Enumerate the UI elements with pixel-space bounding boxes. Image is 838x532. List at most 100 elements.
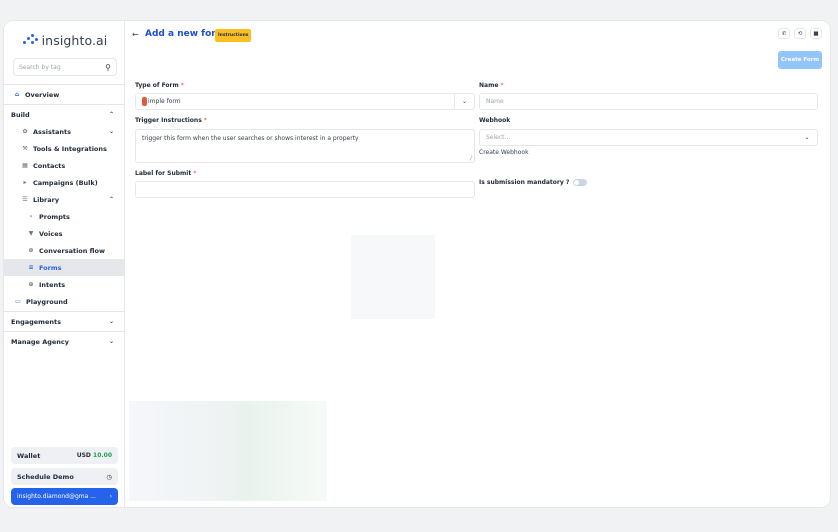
wallet-amount: 10.00 <box>93 452 112 459</box>
chevron-right-icon: › <box>109 493 112 500</box>
sidebar-item-label: Contacts <box>33 161 66 170</box>
webhook-label-text: Webhook <box>479 117 511 124</box>
wallet-balance: USD 10.00 <box>77 452 112 459</box>
page-title: Add a new form <box>145 29 226 39</box>
sidebar-item-label: Voices <box>39 229 63 238</box>
sidebar-item-tools[interactable]: ⚒ Tools & Integrations <box>4 140 124 157</box>
webhook-label: Webhook <box>479 117 510 124</box>
name-input[interactable]: Name <box>479 93 818 110</box>
wallet-currency: USD <box>76 452 91 459</box>
sidebar-item-contacts[interactable]: ▦ Contacts <box>4 157 124 174</box>
wallet-panel[interactable]: Wallet USD 10.00 <box>11 447 118 464</box>
type-of-form-label-text: Type of Form <box>135 82 179 89</box>
main-content: ← Add a new form Instructions ✆ ⟲ ■ Crea… <box>126 21 830 507</box>
required-mark: * <box>193 170 197 177</box>
header-actions: ✆ ⟲ ■ <box>778 28 822 39</box>
sidebar-section-manage-agency[interactable]: Manage Agency ⌄ <box>4 333 124 350</box>
sidebar-item-label: Library <box>33 195 60 204</box>
label-for-submit-label: Label for Submit * <box>135 170 196 177</box>
label-for-submit-label-text: Label for Submit <box>135 170 192 177</box>
sidebar-item-overview[interactable]: ⌂ Overview <box>4 86 124 103</box>
mic-icon: ▼ <box>28 230 34 237</box>
schedule-demo-button[interactable]: Schedule Demo ◷ <box>11 468 118 485</box>
widget-icon[interactable]: ■ <box>810 28 822 39</box>
sidebar-item-label: Prompts <box>39 212 70 221</box>
sidebar-item-voices[interactable]: ▼ Voices <box>4 225 124 242</box>
type-of-form-label: Type of Form * <box>135 82 184 89</box>
sidebar-item-campaigns[interactable]: ▸ Campaigns (Bulk) <box>4 174 124 191</box>
chevron-down-icon: ⌄ <box>108 338 114 345</box>
resize-handle-icon[interactable]: ∕ <box>470 155 472 162</box>
sidebar-item-assistants[interactable]: ✿ Assistants ⌄ <box>4 123 124 140</box>
sidebar-section-build[interactable]: Build ⌃ <box>4 106 124 123</box>
sidebar-item-label: Playground <box>26 297 68 306</box>
sparkle-icon: ✿ <box>22 128 28 135</box>
logo-icon <box>22 34 38 46</box>
chevron-down-icon[interactable]: ⌄ <box>797 130 817 145</box>
account-button[interactable]: insighto.diamond@gma ... › <box>11 488 118 505</box>
type-of-form-text: imple form <box>148 98 181 105</box>
phone-icon[interactable]: ✆ <box>778 28 790 39</box>
sidebar-item-label: Campaigns (Bulk) <box>33 178 98 187</box>
sidebar-item-label: Tools & Integrations <box>33 144 107 153</box>
chevron-down-icon: ⌄ <box>108 128 114 135</box>
sidebar-section-engagements[interactable]: Engagements ⌄ <box>4 313 124 330</box>
logo-text: insighto.ai <box>41 32 108 48</box>
intent-icon: ⊕ <box>28 281 34 288</box>
name-label-text: Name <box>479 82 499 89</box>
sidebar-item-intents[interactable]: ⊕ Intents <box>4 276 124 293</box>
home-icon: ⌂ <box>14 91 20 98</box>
logo[interactable]: insighto.ai <box>4 29 125 51</box>
type-of-form-select[interactable]: imple form ⌄ <box>135 93 475 110</box>
sidebar-item-label: Assistants <box>33 127 71 136</box>
schedule-demo-label: Schedule Demo <box>17 472 74 481</box>
trigger-instructions-label: Trigger Instructions * <box>135 117 207 124</box>
phone-callback-icon[interactable]: ⟲ <box>794 28 806 39</box>
gamepad-icon: ▭ <box>15 298 21 305</box>
account-email: insighto.diamond@gma ... <box>17 493 96 500</box>
trigger-instructions-textarea[interactable]: trigger this form when the user searches… <box>135 129 475 163</box>
create-webhook-link[interactable]: Create Webhook <box>479 149 529 156</box>
tools-icon: ⚒ <box>22 145 28 152</box>
chevron-up-icon: ⌃ <box>108 111 114 118</box>
sidebar-item-forms[interactable]: ≡ Forms <box>4 259 124 276</box>
sidebar-item-playground[interactable]: ▭ Playground <box>4 293 124 310</box>
chevron-down-icon[interactable]: ⌄ <box>454 94 474 109</box>
wallet-label: Wallet <box>17 451 41 460</box>
submission-mandatory-label: Is submission mandatory ? <box>479 179 570 186</box>
prompt-icon: › <box>29 213 33 220</box>
required-mark: * <box>180 82 184 89</box>
sidebar-nav: ⌂ Overview Build ⌃ ✿ Assistants ⌄ ⚒ Tool… <box>4 83 124 350</box>
submission-mandatory-toggle[interactable] <box>573 179 588 186</box>
page-header: ← Add a new form Instructions ✆ ⟲ ■ <box>126 21 830 51</box>
instructions-badge[interactable]: Instructions <box>215 29 252 42</box>
sidebar: insighto.ai Search by tag ⚲ ⌂ Overview B… <box>4 21 125 507</box>
sidebar-search[interactable]: Search by tag ⚲ <box>13 58 117 76</box>
sidebar-item-label: Manage Agency <box>11 337 70 346</box>
sidebar-item-label: Forms <box>39 263 62 272</box>
form-icon: ≡ <box>28 264 34 271</box>
create-form-button[interactable]: Create Form <box>778 51 822 69</box>
webhook-select[interactable]: Select... ⌄ <box>479 129 818 146</box>
back-arrow-icon[interactable]: ← <box>132 30 139 39</box>
sidebar-item-label: Engagements <box>11 317 61 326</box>
search-icon[interactable]: ⚲ <box>105 63 111 72</box>
sidebar-item-conversation-flow[interactable]: ⊛ Conversation flow <box>4 242 124 259</box>
clock-icon: ◷ <box>106 472 112 481</box>
submission-mandatory-row: Is submission mandatory ? <box>479 179 588 186</box>
type-of-form-value: imple form <box>142 97 454 106</box>
sidebar-item-label: Intents <box>39 280 66 289</box>
sidebar-item-label: Overview <box>25 90 60 99</box>
sidebar-item-label: Conversation flow <box>39 246 105 255</box>
label-for-submit-input[interactable] <box>135 181 475 198</box>
library-icon: ☰ <box>22 196 28 203</box>
sidebar-item-prompts[interactable]: › Prompts <box>4 208 124 225</box>
webhook-placeholder: Select... <box>486 134 511 141</box>
required-mark: * <box>500 82 504 89</box>
sidebar-item-library[interactable]: ☰ Library ⌃ <box>4 191 124 208</box>
app-window: insighto.ai Search by tag ⚲ ⌂ Overview B… <box>3 20 831 508</box>
search-input[interactable]: Search by tag <box>19 64 105 71</box>
chevron-up-icon: ⌃ <box>108 196 114 203</box>
megaphone-icon: ▸ <box>23 179 27 186</box>
chevron-down-icon: ⌄ <box>108 318 114 325</box>
